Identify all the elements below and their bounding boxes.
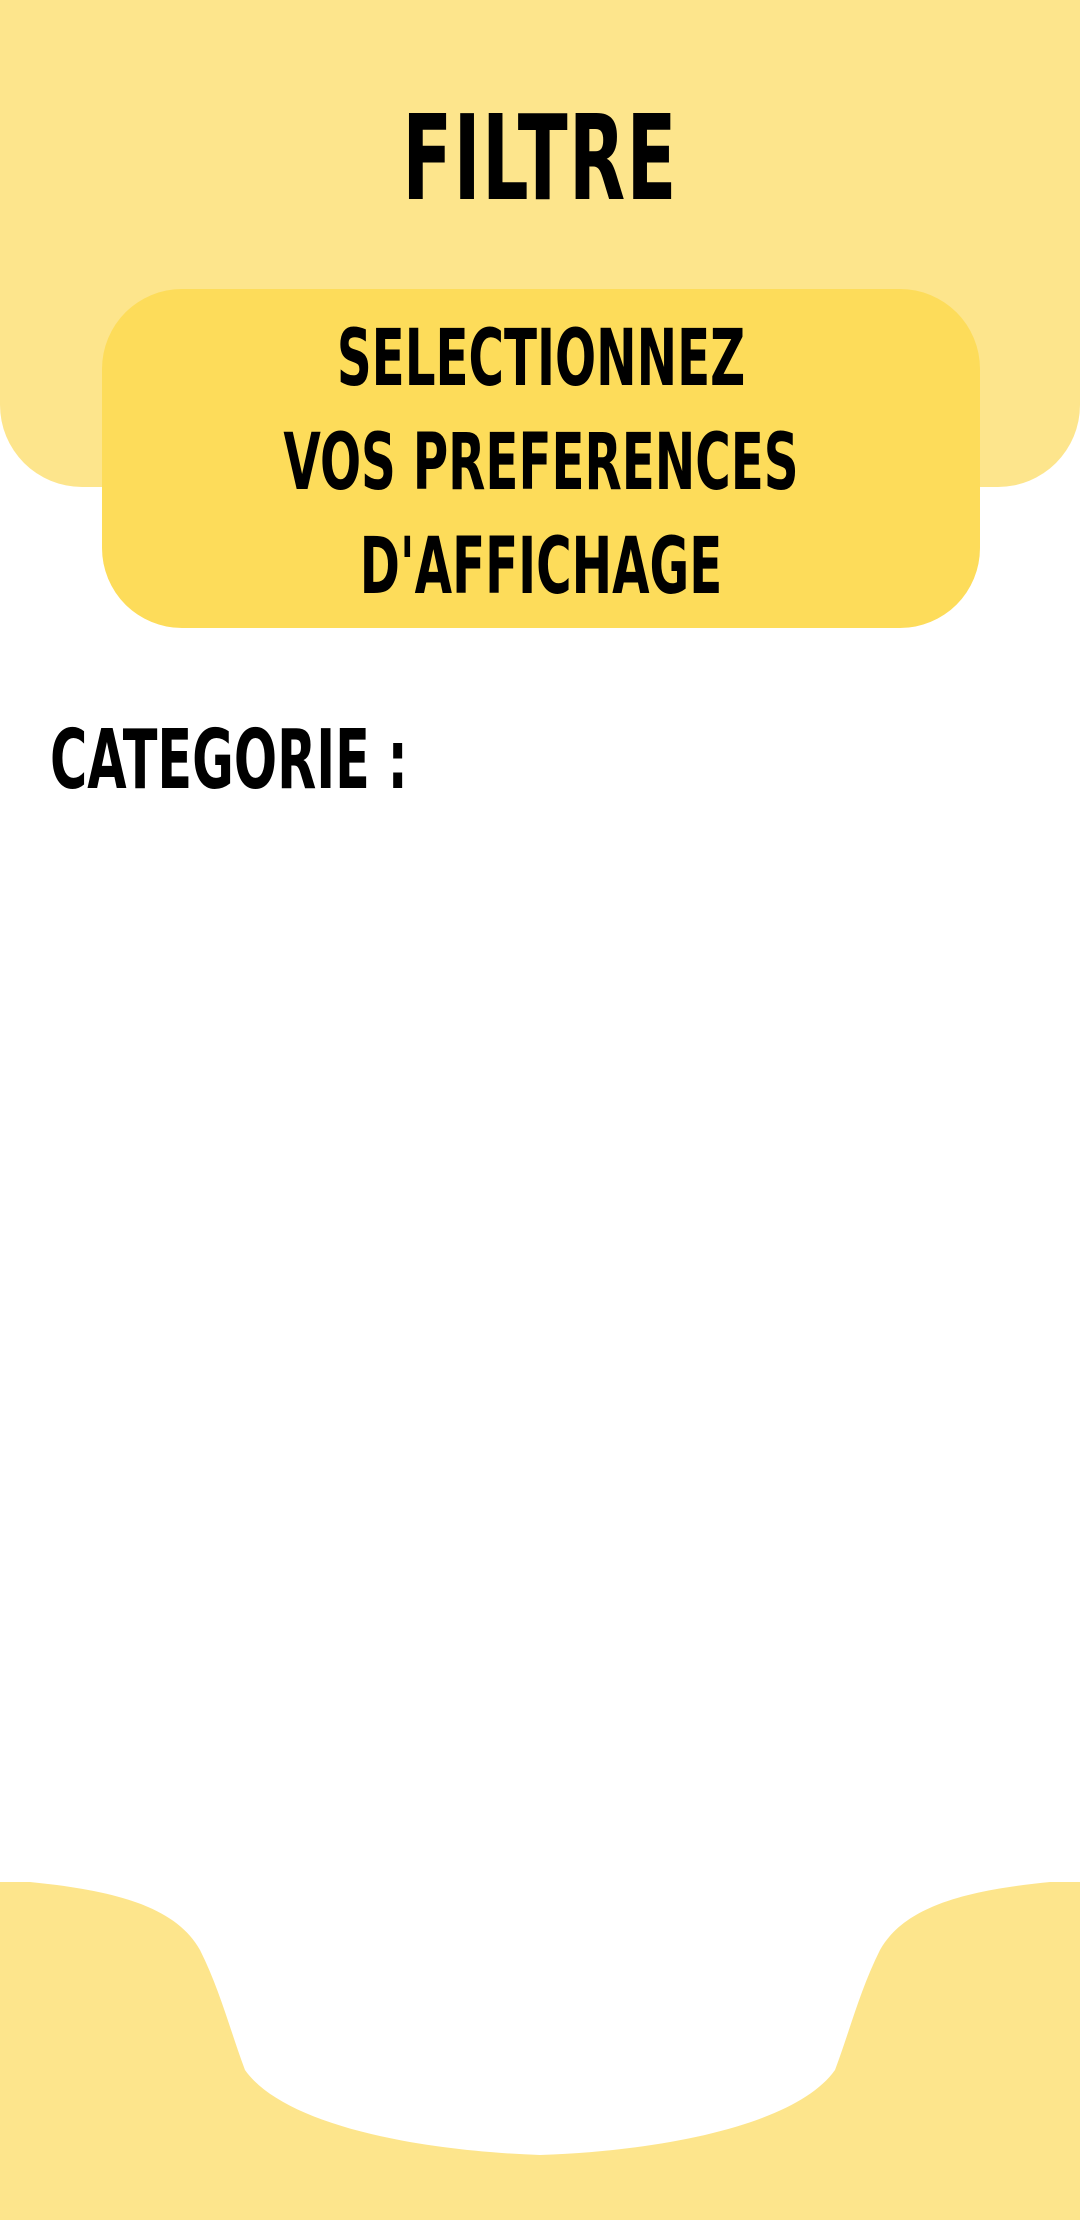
instruction-text: SELECTIONNEZ VOS PREFERENCES D'AFFICHAGE: [269, 307, 813, 619]
instruction-line-2: VOS PREFERENCES: [283, 418, 799, 508]
instruction-line-1: SELECTIONNEZ: [336, 314, 746, 404]
page-title: FILTRE: [402, 89, 678, 227]
instruction-card: SELECTIONNEZ VOS PREFERENCES D'AFFICHAGE: [102, 289, 980, 628]
instruction-line-3: D'AFFICHAGE: [359, 522, 723, 612]
category-label: CATEGORIE :: [50, 713, 408, 808]
filter-screen: FILTRE SELECTIONNEZ VOS PREFERENCES D'AF…: [0, 0, 1080, 2220]
footer-wave-shape: [0, 1882, 1080, 2220]
footer-wave-decoration: [0, 1882, 1080, 2220]
